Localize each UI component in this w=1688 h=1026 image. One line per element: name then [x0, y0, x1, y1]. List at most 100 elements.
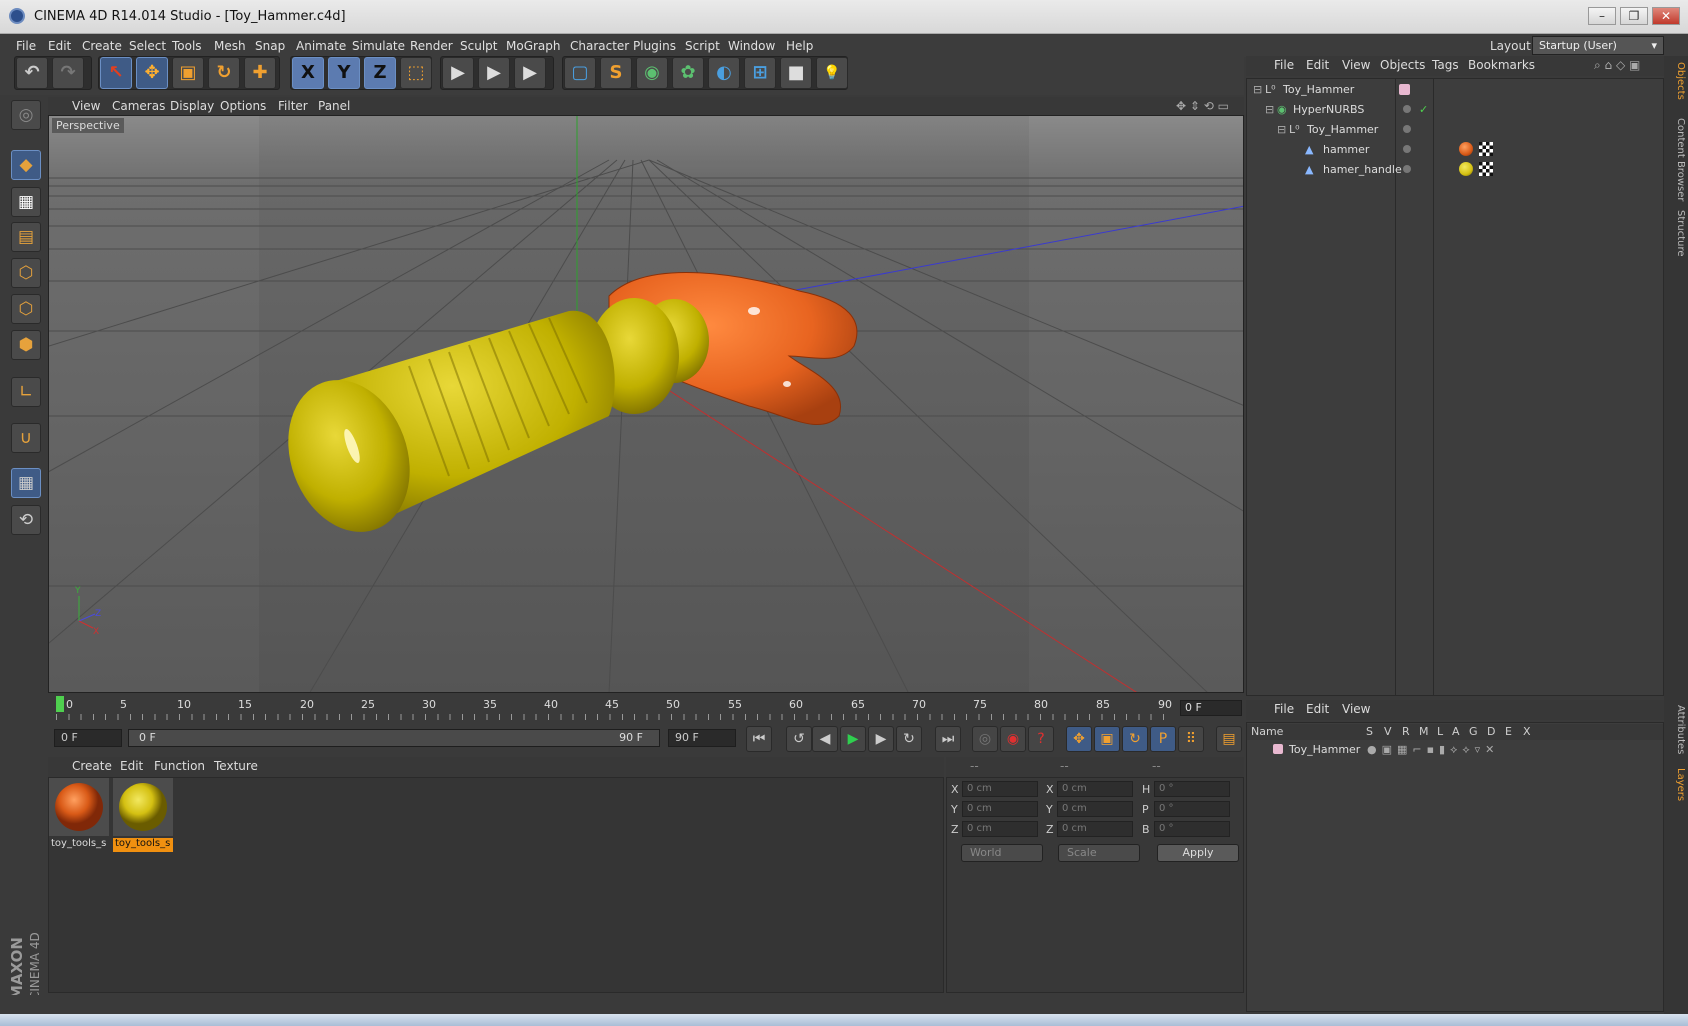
light-bulb-icon[interactable]: 💡	[816, 57, 848, 89]
texture-mode-button[interactable]: ▦	[11, 187, 41, 217]
object-row[interactable]: ⊟ L⁰ Toy_Hammer	[1247, 80, 1663, 99]
redo-button[interactable]: ↷	[52, 57, 84, 89]
key-scale-button[interactable]: ▣	[1094, 726, 1120, 752]
undo-button[interactable]: ↶	[16, 57, 48, 89]
rotation-p-field[interactable]: 0 °	[1154, 801, 1230, 817]
objects-menu-edit[interactable]: Edit	[1306, 58, 1329, 72]
objects-menu-bookmarks[interactable]: Bookmarks	[1468, 58, 1535, 72]
close-button[interactable]: ✕	[1652, 7, 1680, 25]
spline-button[interactable]: S	[600, 57, 632, 89]
menu-window[interactable]: Window	[728, 39, 775, 53]
rotate-tool-button[interactable]: ↻	[208, 57, 240, 89]
expand-icon[interactable]: ⊟	[1265, 103, 1274, 116]
end-frame-field[interactable]: 90 F	[668, 729, 736, 747]
coordinate-mode-select[interactable]: World	[961, 844, 1043, 862]
add-tool-button[interactable]: ✚	[244, 57, 276, 89]
menu-mesh[interactable]: Mesh	[214, 39, 246, 53]
layers-menu-view[interactable]: View	[1342, 702, 1370, 716]
viewport-menu-view[interactable]: View	[72, 99, 100, 113]
points-mode-button[interactable]: ⬡	[11, 258, 41, 288]
viewport-menu-display[interactable]: Display	[170, 99, 214, 113]
previous-key-button[interactable]: ↺	[786, 726, 812, 752]
snap-magnet-icon[interactable]: ∪	[11, 423, 41, 453]
viewport-menu-panel[interactable]: Panel	[318, 99, 350, 113]
menu-script[interactable]: Script	[685, 39, 720, 53]
layer-row[interactable]: Toy_Hammer ●▣▦⌐▪▮⟡⟡▿✕	[1247, 740, 1663, 759]
record-disabled-button[interactable]: ◎	[972, 726, 998, 752]
y-axis-button[interactable]: Y	[328, 57, 360, 89]
scale-tool-button[interactable]: ▣	[172, 57, 204, 89]
rotation-b-field[interactable]: 0 °	[1154, 821, 1230, 837]
layers-menu-file[interactable]: File	[1274, 702, 1294, 716]
material-menu-function[interactable]: Function	[154, 759, 205, 773]
tab-attributes[interactable]: Attributes	[1668, 705, 1686, 754]
visibility-dot[interactable]	[1403, 145, 1411, 153]
live-selection-button[interactable]: ↖	[100, 57, 132, 89]
search-icon[interactable]: ⌕ ⌂ ◇ ▣	[1594, 58, 1640, 73]
object-row[interactable]: ▲ hammer	[1247, 140, 1663, 159]
current-frame-field[interactable]: 0 F	[1180, 700, 1242, 716]
viewport-perspective[interactable]: Y Z X	[48, 115, 1244, 693]
camera-button[interactable]: ■	[780, 57, 812, 89]
next-key-button[interactable]: ↻	[896, 726, 922, 752]
viewport-nav-icons[interactable]: ✥ ⇕ ⟲ ▭	[1176, 99, 1229, 113]
object-row[interactable]: ⊟ ◉ HyperNURBS ✓	[1247, 100, 1663, 119]
z-axis-button[interactable]: Z	[364, 57, 396, 89]
transform-mode-select[interactable]: Scale	[1058, 844, 1140, 862]
enabled-check-icon[interactable]: ✓	[1419, 103, 1428, 116]
go-to-start-button[interactable]: ⏮	[746, 726, 772, 752]
visibility-dot[interactable]	[1403, 165, 1411, 173]
workplane-lock-button[interactable]: ▦	[11, 468, 41, 498]
keyframe-selection-button[interactable]: ?	[1028, 726, 1054, 752]
coordinate-system-button[interactable]: ⬚	[400, 57, 432, 89]
viewport-menu-options[interactable]: Options	[220, 99, 266, 113]
make-editable-button[interactable]: ◎	[11, 100, 41, 130]
key-position-button[interactable]: ✥	[1066, 726, 1092, 752]
visibility-dot[interactable]	[1403, 105, 1411, 113]
material-swatch[interactable]	[49, 778, 109, 836]
timeline-playhead[interactable]	[56, 696, 64, 712]
texture-tag-icon[interactable]	[1479, 162, 1493, 176]
texture-tag-icon[interactable]	[1479, 142, 1493, 156]
menu-sculpt[interactable]: Sculpt	[460, 39, 497, 53]
go-to-end-button[interactable]: ⏭	[935, 726, 961, 752]
next-frame-button[interactable]: ▶	[868, 726, 894, 752]
expand-icon[interactable]: ⊟	[1277, 123, 1286, 136]
render-picture-viewer-button[interactable]: ▶	[478, 57, 510, 89]
start-frame-field[interactable]: 0 F	[54, 729, 122, 747]
menu-file[interactable]: File	[16, 39, 36, 53]
objects-menu-view[interactable]: View	[1342, 58, 1370, 72]
tab-structure[interactable]: Structure	[1668, 210, 1686, 257]
workplane-mode-button[interactable]: ▤	[11, 222, 41, 252]
menu-help[interactable]: Help	[786, 39, 813, 53]
array-button[interactable]: ✿	[672, 57, 704, 89]
layout-select[interactable]: Startup (User) ▾	[1532, 36, 1664, 55]
tab-layers[interactable]: Layers	[1668, 768, 1686, 801]
material-menu-create[interactable]: Create	[72, 759, 112, 773]
previous-frame-button[interactable]: ◀	[812, 726, 838, 752]
x-axis-button[interactable]: X	[292, 57, 324, 89]
play-button[interactable]: ▶	[840, 726, 866, 752]
size-z-field[interactable]: 0 cm	[1057, 821, 1133, 837]
menu-render[interactable]: Render	[410, 39, 453, 53]
material-tag-icon[interactable]	[1459, 142, 1473, 156]
material-tag-icon[interactable]	[1459, 162, 1473, 176]
object-row[interactable]: ▲ hamer_handle	[1247, 160, 1663, 179]
position-x-field[interactable]: 0 cm	[962, 781, 1038, 797]
menu-select[interactable]: Select	[129, 39, 166, 53]
menu-mograph[interactable]: MoGraph	[506, 39, 561, 53]
objects-menu-file[interactable]: File	[1274, 58, 1294, 72]
menu-tools[interactable]: Tools	[172, 39, 202, 53]
material-swatch[interactable]	[113, 778, 173, 836]
polygons-mode-button[interactable]: ⬢	[11, 330, 41, 360]
object-row[interactable]: ⊟ L⁰ Toy_Hammer	[1247, 120, 1663, 139]
menu-edit[interactable]: Edit	[48, 39, 71, 53]
position-z-field[interactable]: 0 cm	[962, 821, 1038, 837]
render-view-button[interactable]: ▶	[442, 57, 474, 89]
cube-object-button[interactable]: ▢	[564, 57, 596, 89]
layer-color-icon[interactable]	[1273, 744, 1283, 754]
model-mode-button[interactable]: ◆	[11, 150, 41, 180]
menu-snap[interactable]: Snap	[255, 39, 285, 53]
floor-button[interactable]: ⊞	[744, 57, 776, 89]
layer-toggle-icons[interactable]: ●▣▦⌐▪▮⟡⟡▿✕	[1367, 743, 1499, 757]
